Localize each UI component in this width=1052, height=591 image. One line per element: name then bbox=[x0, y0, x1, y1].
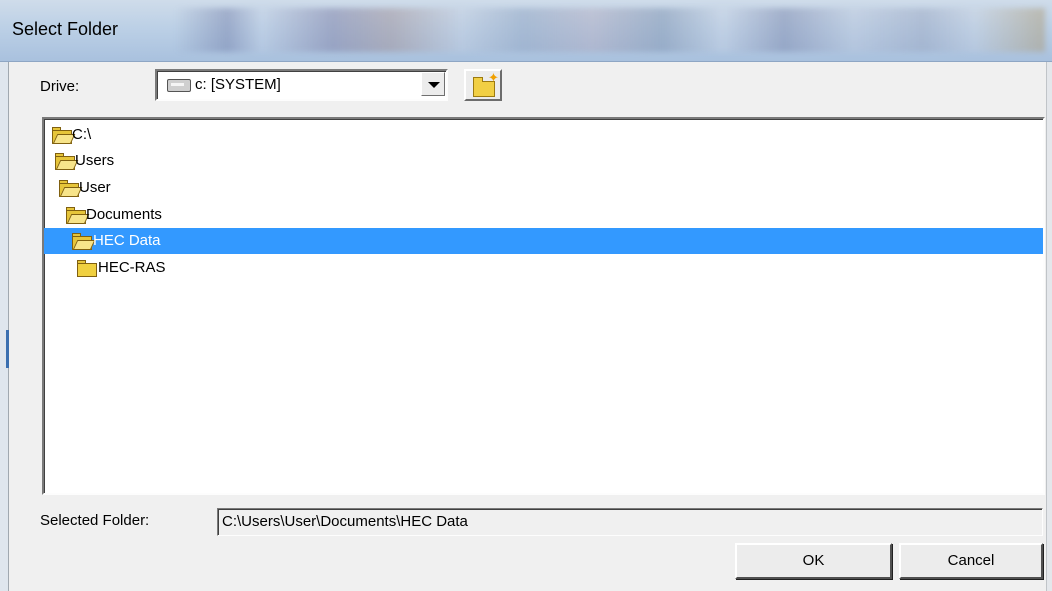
folder-tree[interactable]: C:\ Users User Documents HEC Data HEC-RA… bbox=[42, 117, 1045, 495]
blurred-background bbox=[175, 8, 1045, 52]
open-folder-icon bbox=[72, 233, 96, 250]
tree-item-label: Documents bbox=[86, 206, 162, 223]
tree-item-documents[interactable]: Documents bbox=[44, 202, 1043, 228]
drive-value: c: [SYSTEM] bbox=[195, 76, 281, 93]
tree-item-label: Users bbox=[75, 152, 115, 169]
tree-item-user[interactable]: User bbox=[44, 175, 1043, 201]
sparkle-icon: ✦ bbox=[488, 70, 499, 85]
window-left-border bbox=[0, 62, 9, 591]
selected-folder-label: Selected Folder: bbox=[40, 512, 150, 529]
title-bar[interactable]: Select Folder bbox=[0, 0, 1052, 62]
tree-item-hec-data[interactable]: HEC Data bbox=[44, 228, 1043, 254]
window-title: Select Folder bbox=[12, 19, 119, 39]
window-right-border bbox=[1046, 62, 1052, 591]
tree-item-label: HEC-RAS bbox=[98, 259, 166, 276]
selected-folder-field: C:\Users\User\Documents\HEC Data bbox=[217, 508, 1043, 536]
chevron-down-icon[interactable] bbox=[421, 72, 445, 96]
tree-item-c-root[interactable]: C:\ bbox=[44, 122, 1043, 148]
new-folder-button[interactable]: ✦ bbox=[464, 69, 502, 101]
open-folder-icon bbox=[55, 153, 79, 170]
cancel-button[interactable]: Cancel bbox=[899, 543, 1043, 579]
drive-label: Drive: bbox=[40, 78, 80, 95]
open-folder-icon bbox=[66, 207, 90, 224]
hard-drive-icon bbox=[167, 79, 191, 92]
folder-icon bbox=[77, 260, 97, 277]
tree-item-users[interactable]: Users bbox=[44, 148, 1043, 174]
open-folder-icon bbox=[52, 127, 76, 144]
tree-item-hec-ras[interactable]: HEC-RAS bbox=[44, 255, 1043, 281]
open-folder-icon bbox=[59, 180, 83, 197]
tree-item-label: User bbox=[79, 179, 111, 196]
tree-item-label: HEC Data bbox=[93, 232, 161, 249]
drive-select[interactable]: c: [SYSTEM] bbox=[155, 69, 448, 101]
tree-item-label: C:\ bbox=[72, 126, 92, 143]
ok-button[interactable]: OK bbox=[735, 543, 892, 579]
